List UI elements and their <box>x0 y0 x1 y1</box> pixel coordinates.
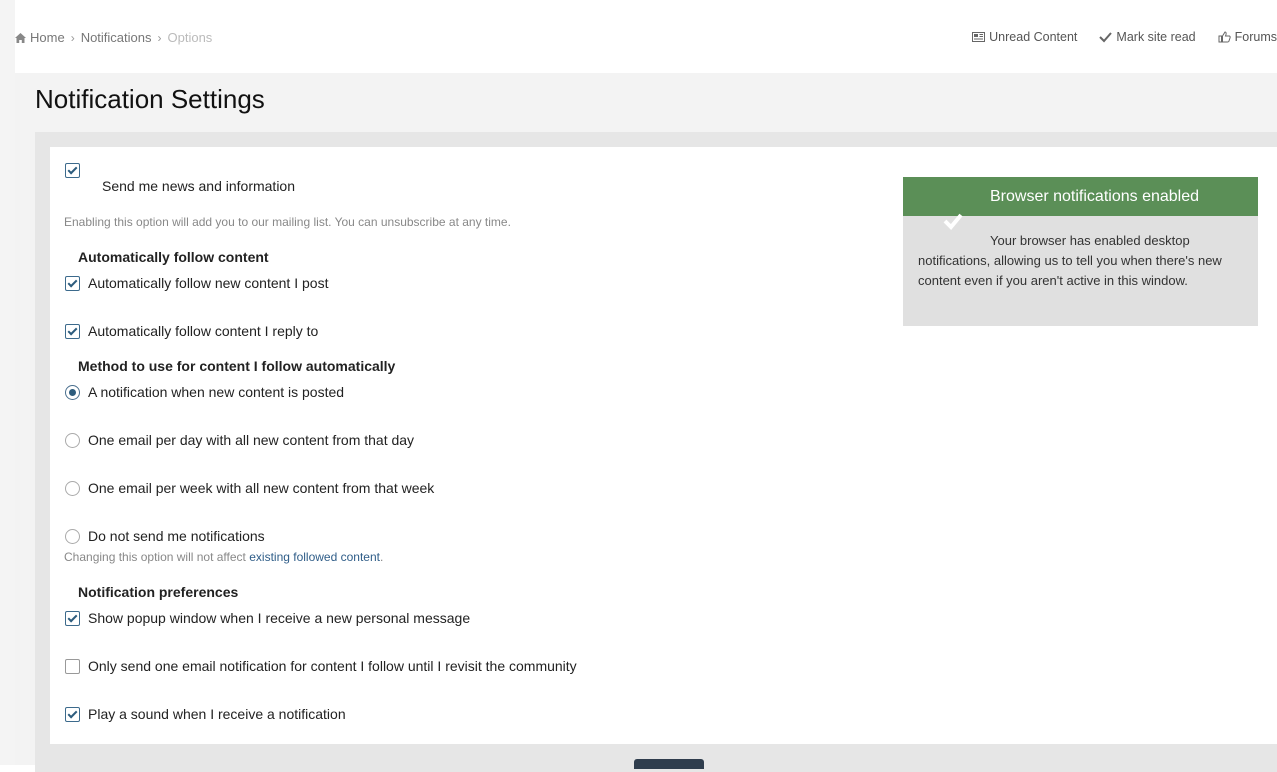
breadcrumb-notifications[interactable]: Notifications <box>81 30 152 45</box>
method-hint-text: Changing this option will not affect <box>64 550 250 564</box>
method-notification-label: A notification when new content is poste… <box>88 384 345 400</box>
chevron-right-icon: › <box>157 30 162 45</box>
unread-content-link[interactable]: Unread Content <box>972 30 1077 44</box>
checkmark-icon <box>943 213 963 230</box>
popup-checkbox[interactable] <box>65 611 80 626</box>
method-none-radio[interactable] <box>65 529 80 544</box>
auto-follow-reply-checkbox[interactable] <box>65 324 80 339</box>
breadcrumb-options: Options <box>167 30 213 45</box>
top-bar: Home › Notifications › Options Unread Co… <box>15 0 1277 73</box>
settings-form: Send me news and information Enabling th… <box>35 132 1277 772</box>
breadcrumb-home[interactable]: Home <box>30 30 65 45</box>
method-weekly-label: One email per week with all new content … <box>88 480 435 496</box>
main-content: Notification Settings Send me news and i… <box>15 73 1277 772</box>
play-sound-label: Play a sound when I receive a notificati… <box>88 706 346 722</box>
play-sound-checkbox[interactable] <box>65 707 80 722</box>
method-weekly-radio[interactable] <box>65 481 80 496</box>
save-button[interactable] <box>634 759 704 769</box>
auto-follow-heading: Automatically follow content <box>78 249 269 265</box>
news-hint: Enabling this option will add you to our… <box>64 215 511 229</box>
method-daily-label: One email per day with all new content f… <box>88 432 415 448</box>
forums-link[interactable]: Forums <box>1218 30 1277 44</box>
method-none-label: Do not send me notifications <box>88 528 265 544</box>
method-hint-suffix: . <box>379 550 384 564</box>
mark-site-read-label: Mark site read <box>1116 30 1196 44</box>
check-icon <box>1099 32 1113 43</box>
breadcrumb: Home › Notifications › Options <box>15 30 212 45</box>
one-email-label: Only send one email notification for con… <box>88 658 577 674</box>
preferences-heading: Notification preferences <box>78 584 239 600</box>
top-actions: Unread Content Mark site read Forums <box>950 30 1277 44</box>
browser-notifications-box: Browser notifications enabled Your brows… <box>903 177 1258 326</box>
popup-label: Show popup window when I receive a new p… <box>88 610 471 626</box>
forums-label: Forums <box>1234 30 1277 44</box>
page-title: Notification Settings <box>35 84 265 114</box>
newspaper-icon <box>972 32 986 42</box>
method-hint: Changing this option will not affect exi… <box>64 550 383 564</box>
one-email-checkbox[interactable] <box>65 659 80 674</box>
existing-followed-content-link[interactable]: existing followed content <box>249 550 380 564</box>
settings-panel: Send me news and information Enabling th… <box>50 147 1277 744</box>
auto-follow-post-checkbox[interactable] <box>65 276 80 291</box>
auto-follow-post-label: Automatically follow new content I post <box>88 275 329 291</box>
news-checkbox[interactable] <box>65 163 80 178</box>
method-notification-radio[interactable] <box>65 385 80 400</box>
browser-notifications-body: Your browser has enabled desktop notific… <box>918 233 1222 288</box>
left-edge-strip <box>0 0 16 765</box>
unread-content-label: Unread Content <box>989 30 1078 44</box>
method-heading: Method to use for content I follow autom… <box>78 358 396 374</box>
chevron-right-icon: › <box>70 30 75 45</box>
home-icon <box>15 32 26 43</box>
news-label: Send me news and information <box>102 178 295 194</box>
thumbs-up-icon <box>1218 31 1231 43</box>
auto-follow-reply-label: Automatically follow content I reply to <box>88 323 319 339</box>
method-daily-radio[interactable] <box>65 433 80 448</box>
mark-site-read-link[interactable]: Mark site read <box>1099 30 1196 44</box>
